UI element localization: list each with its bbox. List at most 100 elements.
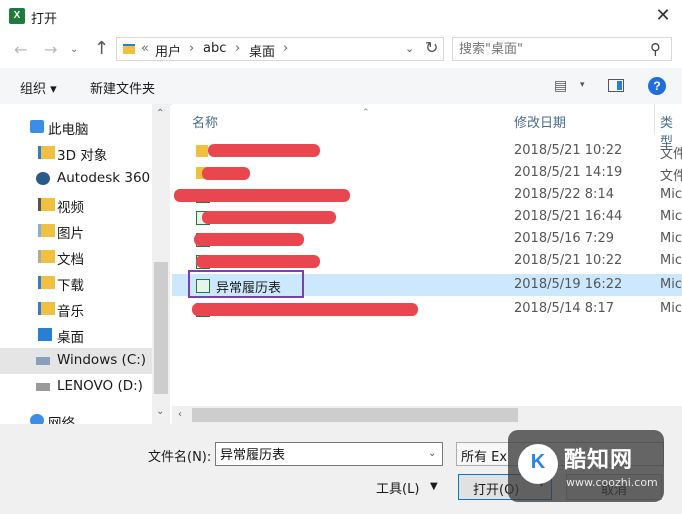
breadcrumb-desktop[interactable]: 桌面 bbox=[249, 41, 275, 60]
organize-button[interactable]: 组织 ▾ bbox=[20, 78, 57, 97]
tools-dropdown-icon[interactable]: ▼ bbox=[430, 481, 438, 492]
view-options-icon[interactable]: ▤ bbox=[554, 78, 567, 94]
filename-combobox[interactable]: ⌄ bbox=[215, 442, 443, 466]
breadcrumb-overflow[interactable]: « bbox=[141, 41, 149, 56]
address-dropdown-button[interactable]: ⌄ bbox=[405, 42, 414, 55]
nav-item-3d-objects[interactable]: 3D 对象 bbox=[0, 140, 152, 166]
file-row[interactable]: 2018/5/14 8:17 Mic bbox=[172, 298, 682, 320]
nav-item-label: 桌面 bbox=[57, 330, 84, 346]
nav-item-music[interactable]: 音乐 bbox=[0, 296, 152, 322]
nav-item-label: 3D 对象 bbox=[57, 148, 108, 164]
breadcrumb-separator: › bbox=[235, 41, 241, 56]
nav-item-label: 视频 bbox=[57, 200, 84, 216]
breadcrumb-separator: › bbox=[283, 41, 289, 56]
nav-item-documents[interactable]: 文档 bbox=[0, 244, 152, 270]
file-type: 文件 bbox=[660, 147, 682, 162]
search-input[interactable] bbox=[459, 41, 639, 57]
file-type: Mic bbox=[660, 301, 682, 316]
nav-item-label: 图片 bbox=[57, 226, 84, 242]
3d-objects-icon bbox=[38, 146, 55, 159]
nav-item-this-pc[interactable]: 此电脑 bbox=[0, 114, 152, 140]
redaction-mark bbox=[174, 189, 350, 202]
redaction-mark bbox=[202, 167, 250, 180]
nav-item-label: 文档 bbox=[57, 252, 84, 268]
watermark-logo-icon: K bbox=[518, 444, 558, 484]
redaction-mark bbox=[196, 255, 320, 268]
drive-d-icon bbox=[36, 383, 50, 391]
autodesk-icon bbox=[36, 172, 50, 185]
nav-item-label: 网络 bbox=[48, 416, 75, 424]
nav-item-desktop[interactable]: 桌面 bbox=[0, 322, 152, 348]
folder-icon bbox=[123, 44, 135, 54]
view-dropdown-icon[interactable]: ▾ bbox=[580, 80, 585, 90]
file-date: 2018/5/21 10:22 bbox=[514, 253, 623, 268]
nav-item-label: Autodesk 360 bbox=[57, 170, 151, 186]
file-row[interactable]: 2018/5/21 14:19 文件 bbox=[172, 162, 682, 184]
computer-icon bbox=[30, 120, 44, 133]
file-type: Mic bbox=[660, 209, 682, 224]
scroll-up-icon[interactable]: ⌃ bbox=[156, 108, 164, 119]
sort-ascending-icon: ⌃ bbox=[362, 108, 370, 118]
forward-button[interactable]: → bbox=[44, 40, 57, 59]
redaction-mark bbox=[208, 144, 320, 157]
file-row[interactable]: 2018/5/21 10:22 文件 bbox=[172, 140, 682, 162]
nav-item-network[interactable]: 网络 bbox=[0, 408, 152, 424]
file-date: 2018/5/19 16:22 bbox=[514, 277, 623, 292]
network-icon bbox=[30, 414, 44, 424]
drive-c-icon bbox=[36, 357, 50, 365]
address-bar[interactable]: « 用户 › abc › 桌面 › ⌄ ↻ bbox=[116, 37, 444, 61]
filename-input[interactable] bbox=[220, 446, 420, 461]
preview-pane-icon[interactable] bbox=[608, 79, 624, 92]
file-row[interactable]: 2018/5/21 16:44 Mic bbox=[172, 206, 682, 228]
nav-item-downloads[interactable]: 下载 bbox=[0, 270, 152, 296]
back-button[interactable]: ← bbox=[14, 40, 27, 59]
nav-item-autodesk-360[interactable]: Autodesk 360 bbox=[0, 166, 152, 192]
nav-item-lenovo-d[interactable]: LENOVO (D:) bbox=[0, 374, 152, 400]
file-type: Mic bbox=[660, 253, 682, 268]
pictures-icon bbox=[38, 224, 55, 237]
watermark-logo: K bbox=[530, 451, 546, 473]
nav-scrollbar-thumb[interactable] bbox=[154, 262, 168, 394]
file-type-value: 所有 Ex bbox=[461, 450, 508, 465]
chevron-down-icon[interactable]: ⌄ bbox=[428, 448, 436, 459]
tools-button[interactable]: 工具(L) bbox=[376, 478, 419, 497]
nav-item-label: LENOVO (D:) bbox=[57, 378, 143, 394]
breadcrumb-separator: › bbox=[189, 41, 195, 56]
file-row[interactable]: 2018/5/16 7:29 Mic bbox=[172, 228, 682, 250]
column-header-name[interactable]: 名称 ⌃ bbox=[192, 108, 370, 131]
file-date: 2018/5/21 14:19 bbox=[514, 165, 623, 180]
refresh-icon[interactable]: ↻ bbox=[425, 38, 438, 57]
search-icon[interactable]: ⚲ bbox=[650, 40, 661, 58]
column-divider bbox=[654, 104, 655, 134]
new-folder-button[interactable]: 新建文件夹 bbox=[90, 78, 155, 97]
highlight-outline bbox=[188, 270, 304, 298]
help-icon[interactable]: ? bbox=[648, 77, 666, 95]
documents-icon bbox=[38, 250, 55, 263]
nav-item-pictures[interactable]: 图片 bbox=[0, 218, 152, 244]
nav-item-windows-c[interactable]: Windows (C:) bbox=[0, 348, 152, 374]
file-date: 2018/5/21 16:44 bbox=[514, 209, 623, 224]
downloads-icon bbox=[38, 276, 55, 289]
recent-locations-button[interactable]: ⌄ bbox=[70, 44, 78, 55]
video-icon bbox=[38, 198, 55, 211]
title-bar: X 打开 ✕ bbox=[0, 0, 682, 34]
scroll-left-icon[interactable]: ‹ bbox=[178, 409, 182, 420]
search-box[interactable]: ⚲ bbox=[452, 37, 672, 61]
watermark-url: www.coozhi.com bbox=[566, 476, 658, 489]
breadcrumb-users[interactable]: 用户 bbox=[155, 41, 181, 60]
watermark-title: 酷知网 bbox=[564, 448, 634, 473]
window-title: 打开 bbox=[31, 12, 58, 27]
file-row[interactable]: 2018/5/21 10:22 Mic bbox=[172, 250, 682, 272]
up-button[interactable]: ↑ bbox=[94, 38, 109, 59]
scroll-down-icon[interactable]: ⌄ bbox=[156, 406, 164, 417]
close-button[interactable]: ✕ bbox=[648, 2, 678, 30]
breadcrumb-abc[interactable]: abc bbox=[203, 41, 226, 56]
folder-icon bbox=[196, 145, 208, 157]
desktop-icon bbox=[38, 328, 52, 341]
file-date: 2018/5/22 8:14 bbox=[514, 187, 614, 202]
nav-item-videos[interactable]: 视频 bbox=[0, 192, 152, 218]
column-header-date[interactable]: 修改日期 bbox=[514, 112, 566, 131]
file-row[interactable]: 2018/5/22 8:14 Mic bbox=[172, 184, 682, 206]
watermark: K 酷知网 www.coozhi.com bbox=[508, 430, 664, 502]
horizontal-scrollbar-thumb[interactable] bbox=[192, 408, 518, 422]
